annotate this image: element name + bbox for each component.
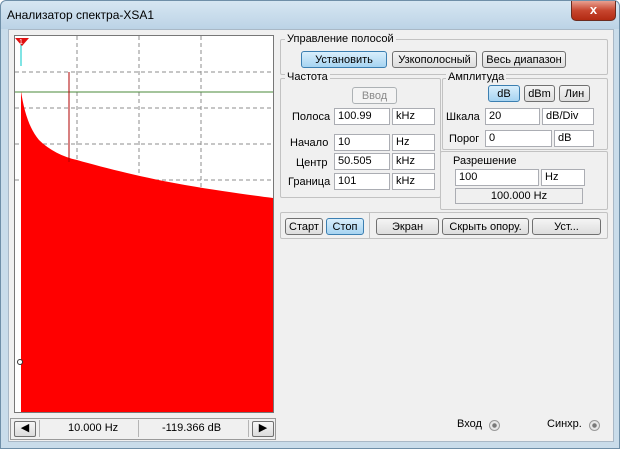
input-terminal-label: Вход [457,418,482,430]
settings-button[interactable]: Уст... [532,218,601,235]
spectrum-plot: 1 [15,36,273,412]
cursor-frequency: 10.000 Hz [68,422,119,434]
start-unit[interactable]: Hz [392,134,435,151]
status-separator [248,420,249,437]
cursor-statusbar: ◀ 10.000 Hz -119.366 dB ▶ [10,418,276,440]
spectrum-trace [21,91,273,412]
start-field[interactable]: 10 [334,134,390,151]
center-field[interactable]: 50.505 [334,153,390,170]
span-field[interactable]: 100.99 [334,108,390,125]
threshold-label: Порог [449,133,480,145]
controls-separator [369,212,370,239]
sync-terminal-label: Синхр. [547,418,582,430]
resolution-unit[interactable]: Hz [541,169,585,186]
start-label: Начало [290,137,329,149]
amplitude-legend: Амплитуда [446,71,507,83]
client-area: 1 ◀ 10.000 Hz -119.366 dB ▶ Управление п… [8,29,614,442]
resolution-legend: Разрешение [453,155,517,167]
cursor-right-button[interactable]: ▶ [252,421,274,437]
close-button[interactable]: x [571,1,616,21]
arrow-right-icon: ▶ [258,422,268,434]
close-icon: x [589,2,598,17]
stop-button[interactable]: Стоп [326,218,364,235]
input-terminal-icon[interactable] [489,420,500,431]
title-bar[interactable]: Анализатор спектра-XSA1 x [1,1,619,29]
dbm-button[interactable]: dBm [524,85,555,102]
cursor-left-button[interactable]: ◀ [14,421,36,437]
status-separator [39,420,40,437]
spectrum-display[interactable]: 1 [14,35,274,413]
start-button[interactable]: Старт [285,218,323,235]
db-button[interactable]: dB [488,85,520,102]
arrow-left-icon: ◀ [20,422,30,434]
frequency-legend: Частота [285,71,330,83]
spectrum-analyzer-window: Анализатор спектра-XSA1 x 1 ◀ 10.000 Hz … [0,0,620,449]
scale-field[interactable]: 20 [485,108,540,125]
center-label: Центр [296,157,328,169]
threshold-unit[interactable]: dB [554,130,594,147]
sync-terminal-icon[interactable] [589,420,600,431]
status-separator [138,420,139,437]
screen-button[interactable]: Экран [376,218,439,235]
span-label: Полоса [292,111,331,123]
linear-button[interactable]: Лин [559,85,590,102]
window-title: Анализатор спектра-XSA1 [7,8,155,22]
scale-unit[interactable]: dB/Div [542,108,594,125]
cursor-marker-label: 1 [19,39,23,46]
scale-label: Шкала [446,111,480,123]
enter-button[interactable]: Ввод [352,87,397,104]
resolution-field[interactable]: 100 [455,169,539,186]
hide-reference-button[interactable]: Скрыть опору. [442,218,529,235]
set-band-button[interactable]: Установить [301,51,387,68]
full-range-button[interactable]: Весь диапазон [482,51,566,68]
center-unit[interactable]: kHz [392,153,435,170]
narrowband-button[interactable]: Узкополосный [392,51,477,68]
resolution-readout: 100.000 Hz [455,188,583,204]
cursor-level: -119.366 dB [162,422,222,434]
end-label: Граница [288,176,331,188]
end-unit[interactable]: kHz [392,173,435,190]
band-control-legend: Управление полосой [285,33,396,45]
end-field[interactable]: 101 [334,173,390,190]
threshold-field[interactable]: 0 [485,130,552,147]
cursor-handle [17,359,23,365]
span-unit[interactable]: kHz [392,108,435,125]
